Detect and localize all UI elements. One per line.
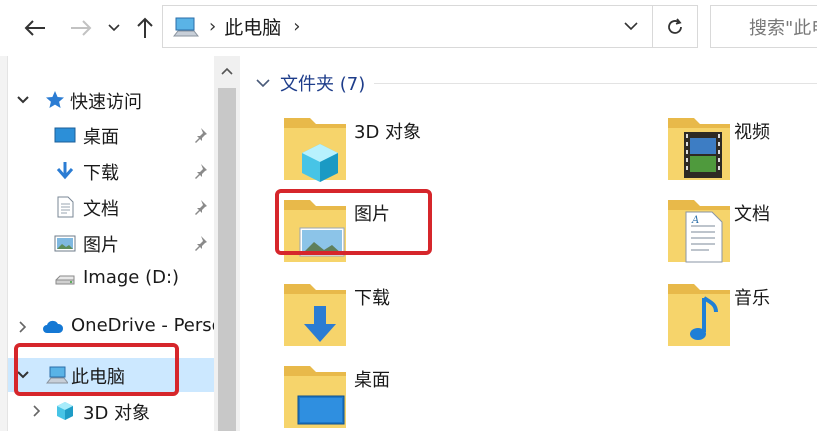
pin-icon — [195, 236, 207, 251]
expand-chevron-icon[interactable] — [30, 404, 44, 418]
download-arrow-icon — [56, 162, 74, 180]
group-header-folders[interactable]: 文件夹 (7) — [256, 70, 365, 96]
pictures-folder-icon — [284, 200, 346, 262]
folder-tile[interactable]: 3D 对象 — [280, 114, 530, 194]
star-icon — [46, 91, 64, 108]
folder-tile[interactable]: 下载 — [280, 280, 530, 360]
nav-label: 图片 — [83, 235, 119, 256]
chevron-down-icon — [256, 78, 270, 87]
expand-chevron-icon[interactable] — [16, 368, 30, 382]
refresh-button[interactable] — [652, 5, 698, 48]
refresh-icon — [668, 17, 682, 34]
expand-chevron-icon[interactable] — [16, 93, 30, 107]
nav-onedrive[interactable]: OneDrive - Perso — [8, 310, 214, 344]
cloud-icon — [43, 320, 64, 333]
pin-icon — [195, 200, 207, 215]
address-bar[interactable]: › 此电脑 › — [162, 5, 652, 48]
folder-tile[interactable]: A 文档 — [664, 196, 817, 276]
folder-label: 图片 — [354, 204, 390, 225]
music-folder-icon — [668, 284, 730, 346]
folder-label: 文档 — [734, 204, 770, 225]
up-button[interactable] — [132, 10, 158, 46]
nav-3d-objects[interactable]: 3D 对象 — [8, 394, 214, 428]
pin-icon — [195, 128, 207, 143]
desktop-icon — [54, 127, 76, 143]
up-arrow-icon — [137, 17, 153, 38]
nav-downloads[interactable]: 下载 — [8, 154, 214, 188]
address-history-button[interactable] — [624, 16, 638, 35]
nav-quick-access[interactable]: 快速访问 — [8, 83, 214, 117]
group-divider — [374, 83, 817, 84]
folder-tile[interactable]: 音乐 — [664, 280, 817, 360]
expand-chevron-icon[interactable] — [16, 320, 30, 334]
3d-objects-folder-icon — [284, 118, 346, 182]
nav-label: 桌面 — [83, 127, 119, 148]
back-arrow-icon — [24, 20, 45, 36]
breadcrumb-this-pc[interactable]: 此电脑 — [224, 13, 281, 40]
group-label: 文件夹 (7) — [280, 74, 366, 95]
desktop-folder-icon — [284, 366, 346, 428]
recent-locations-button[interactable] — [104, 10, 124, 46]
back-button[interactable] — [18, 10, 52, 46]
svg-text:A: A — [691, 215, 699, 226]
folder-label: 视频 — [734, 122, 770, 143]
chevron-up-icon — [221, 67, 233, 75]
nav-label: 下载 — [83, 163, 119, 184]
nav-documents[interactable]: 文档 — [8, 190, 214, 224]
breadcrumb-separator[interactable]: › — [293, 16, 300, 37]
nav-scrollbar[interactable] — [214, 56, 240, 431]
folder-tile[interactable]: 图片 — [280, 196, 530, 276]
documents-folder-icon: A — [668, 200, 730, 263]
nav-desktop[interactable]: 桌面 — [8, 118, 214, 152]
nav-this-pc[interactable]: 此电脑 — [8, 358, 214, 392]
forward-arrow-icon — [71, 20, 92, 36]
this-pc-icon — [46, 366, 68, 384]
forward-button[interactable] — [64, 10, 98, 46]
downloads-folder-icon — [284, 284, 346, 346]
scroll-up-button[interactable] — [214, 56, 240, 86]
nav-label: 3D 对象 — [83, 403, 151, 424]
nav-label: Image (D:) — [83, 267, 180, 288]
nav-pictures[interactable]: 图片 — [8, 226, 214, 260]
breadcrumb-separator[interactable]: › — [209, 16, 216, 37]
folder-label: 下载 — [354, 288, 390, 309]
nav-label: 文档 — [83, 199, 119, 220]
chevron-down-icon — [108, 24, 120, 32]
scroll-thumb[interactable] — [218, 88, 236, 431]
window-edge — [0, 56, 8, 431]
3d-cube-icon — [57, 402, 73, 420]
navigation-pane: 快速访问 桌面 下载 文档 图片 Image (D:) OneDrive - P… — [8, 56, 214, 431]
videos-folder-icon — [668, 118, 730, 180]
folder-label: 音乐 — [734, 288, 770, 309]
nav-label: 快速访问 — [70, 92, 142, 113]
content-pane: 文件夹 (7) 3D 对象 视频 图片 A 文档 下载 音乐 桌面 — [240, 56, 817, 431]
nav-label: 此电脑 — [71, 367, 125, 388]
search-input[interactable]: 搜索"此电脑" — [749, 14, 817, 40]
drive-icon — [55, 275, 75, 285]
this-pc-icon — [173, 17, 199, 36]
nav-label: OneDrive - Perso — [71, 315, 214, 336]
toolbar: › 此电脑 › 搜索"此电脑" — [0, 0, 817, 56]
folder-tile[interactable]: 视频 — [664, 114, 817, 194]
nav-drive-d[interactable]: Image (D:) — [8, 262, 214, 296]
chevron-down-icon — [624, 22, 638, 31]
picture-icon — [54, 235, 76, 252]
search-box[interactable]: 搜索"此电脑" — [710, 5, 817, 48]
pin-icon — [195, 164, 207, 179]
folder-label: 3D 对象 — [354, 122, 422, 143]
folder-tile[interactable]: 桌面 — [280, 362, 530, 431]
folder-label: 桌面 — [354, 370, 390, 391]
document-icon — [57, 196, 74, 218]
